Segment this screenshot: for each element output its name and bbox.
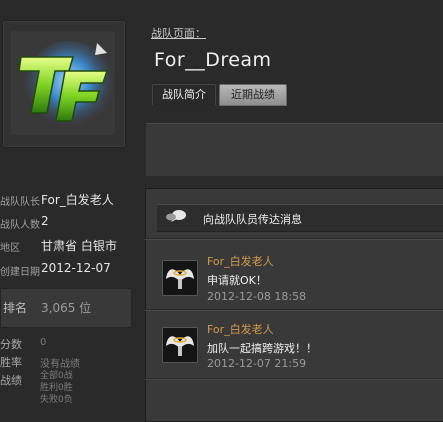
record-losses: 失败0负 xyxy=(40,395,73,405)
message-compose-label[interactable]: 向战队队员传达消息 xyxy=(203,211,302,227)
rank-box: 排名 3,065 位 xyxy=(0,288,132,328)
region-value: 甘肃省 白银市 xyxy=(41,239,117,253)
post-time: 2012-12-07 21:59 xyxy=(207,357,307,370)
founded-label: 创建日期 xyxy=(0,267,40,278)
team-name: For__Dream xyxy=(154,49,272,71)
post-time: 2012-12-08 18:58 xyxy=(207,290,307,303)
members-value: 2 xyxy=(41,214,49,228)
post-author[interactable]: For_白发老人 xyxy=(207,321,274,337)
divider xyxy=(145,309,443,311)
record-lines: 全部0战 胜利0胜 失败0负 xyxy=(40,370,73,406)
avatar[interactable] xyxy=(162,260,198,296)
record-label: 战绩 xyxy=(0,374,22,387)
divider xyxy=(145,238,443,240)
record-total: 全部0战 xyxy=(40,371,73,381)
tab-recent-record[interactable]: 近期战绩 xyxy=(219,84,287,106)
team-logo-frame xyxy=(2,20,126,148)
tab-team-intro[interactable]: 战队简介 xyxy=(152,84,216,105)
post-text: 申请就OK！ xyxy=(207,274,267,287)
rank-value: 3,065 位 xyxy=(41,301,92,315)
team-logo xyxy=(11,31,115,135)
divider xyxy=(145,378,443,380)
post-author[interactable]: For_白发老人 xyxy=(207,253,274,269)
score-value: 0 xyxy=(40,337,47,348)
record-wins: 胜利0胜 xyxy=(40,383,73,393)
intro-panel xyxy=(146,123,443,176)
speech-bubble-icon xyxy=(165,209,187,225)
avatar[interactable] xyxy=(162,327,198,363)
founded-value: 2012-12-07 xyxy=(41,261,111,275)
winrate-label: 胜率 xyxy=(0,356,22,369)
captain-value: For_白发老人 xyxy=(41,193,114,207)
score-label: 分数 xyxy=(0,338,22,351)
region-label: 地区 xyxy=(0,243,20,254)
members-label: 战队人数 xyxy=(0,220,40,231)
winrate-value: 没有战绩 xyxy=(40,359,80,370)
rank-label: 排名 xyxy=(3,301,28,315)
team-page-link[interactable]: 战队页面： xyxy=(151,25,206,41)
post-text: 加队一起搞跨游戏！！ xyxy=(207,342,317,355)
captain-label: 战队队长 xyxy=(0,197,40,208)
